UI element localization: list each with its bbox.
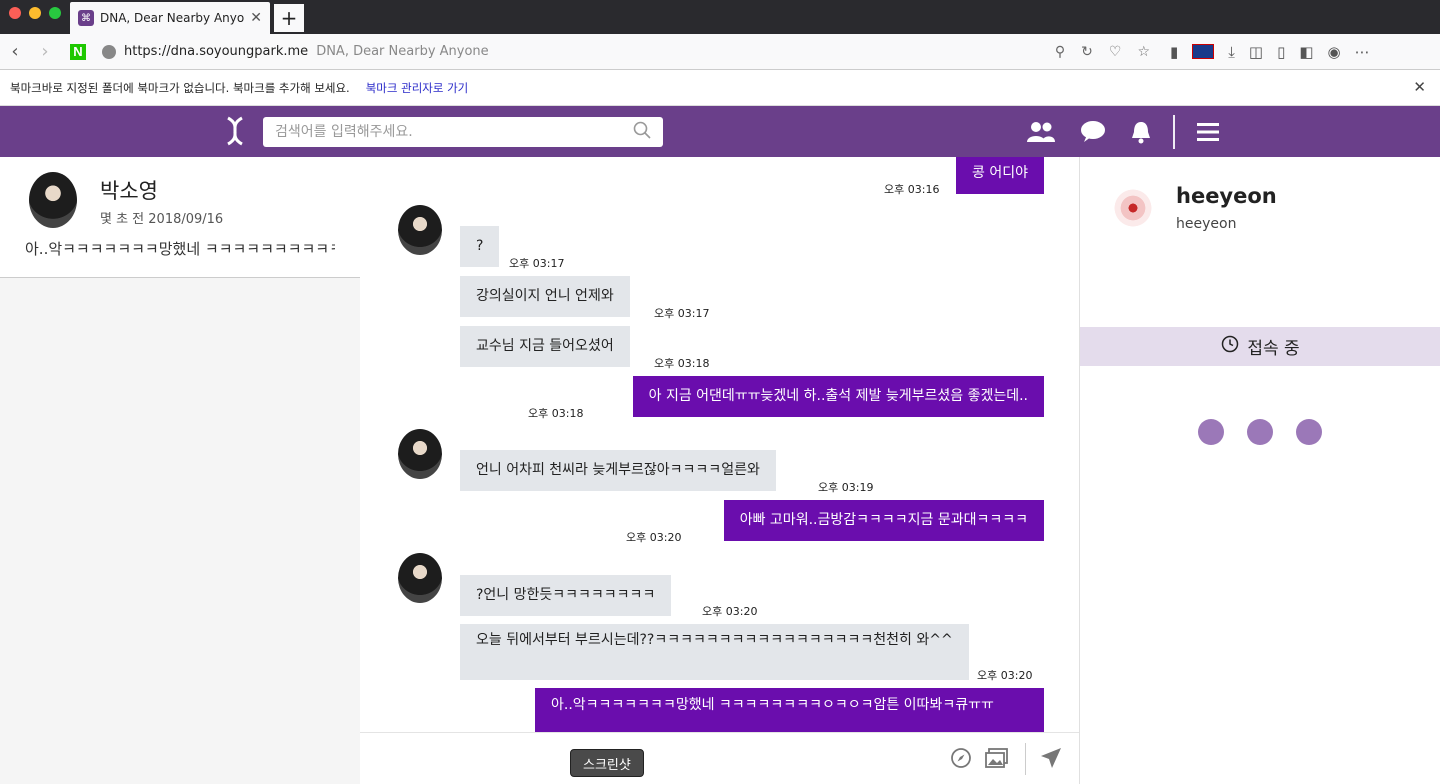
chat-icon[interactable] (1078, 118, 1108, 146)
friends-icon[interactable] (1026, 118, 1056, 146)
bookmark-star-icon[interactable]: ☆ (1137, 44, 1150, 60)
pocket-icon[interactable]: ♡ (1109, 44, 1122, 60)
back-icon[interactable]: ‹ (0, 37, 30, 67)
download-icon[interactable]: ⤓ (1228, 43, 1235, 61)
conversation-item[interactable]: 박소영 몇 초 전 2018/09/16 아..악ㅋㅋㅋㅋㅋㅋㅋ망했네 ㅋㅋㅋㅋ… (0, 157, 360, 278)
account-icon[interactable]: ◉ (1328, 43, 1341, 61)
message-bubble-incoming: 언니 어차피 천씨라 늦게부르잖아ㅋㅋㅋㅋ얼른와 (460, 450, 776, 491)
message-bubble-incoming: 오늘 뒤에서부터 부르시는데??ㅋㅋㅋㅋㅋㅋㅋㅋㅋㅋㅋㅋㅋㅋㅋㅋㅋ천천히 와^^ (460, 624, 969, 680)
url-text: https://dna.soyoungpark.me (124, 44, 309, 59)
naver-icon[interactable]: N (70, 43, 86, 60)
online-status-label: 접속 중 (1247, 339, 1300, 359)
reader-icon[interactable]: ▯ (1277, 43, 1285, 61)
search-icon[interactable] (633, 121, 651, 143)
app-header (0, 106, 1440, 157)
avatar (29, 172, 77, 228)
avatar (398, 205, 442, 255)
avatar (398, 429, 442, 479)
message-time: 오후 03:18 (528, 407, 584, 420)
image-gallery-icon[interactable] (985, 747, 1009, 774)
online-status-bar: 접속 중 (1080, 327, 1440, 366)
message-time: 오후 03:20 (626, 531, 682, 544)
site-identity-icon[interactable] (102, 44, 116, 59)
tab-close-icon[interactable]: ✕ (250, 10, 262, 26)
loading-dot (1296, 419, 1322, 445)
message-time: 오후 03:17 (509, 257, 565, 270)
message-time: 오후 03:20 (977, 669, 1033, 682)
clock-icon (1221, 335, 1239, 358)
screenshot-tooltip: 스크린샷 (570, 749, 644, 777)
conversation-list: 박소영 몇 초 전 2018/09/16 아..악ㅋㅋㅋㅋㅋㅋㅋ망했네 ㅋㅋㅋㅋ… (0, 157, 360, 784)
loading-dot (1247, 419, 1273, 445)
notification-bell-icon[interactable] (1126, 118, 1156, 146)
bookmark-message: 북마크바로 지정된 폴더에 북마크가 없습니다. 북마크를 추가해 보세요. (10, 80, 350, 95)
tab-title: DNA, Dear Nearby Anyone (100, 11, 245, 25)
message-time: 오후 03:19 (818, 481, 874, 494)
message-bubble-outgoing: 아빠 고마워..금방감ㅋㅋㅋㅋ지금 문과대ㅋㅋㅋㅋ (723, 500, 1044, 541)
message-bubble-incoming: 교수님 지금 들어오셨어 (460, 326, 630, 367)
screenshot-icon[interactable]: ◫ (1249, 43, 1263, 61)
conversation-time: 몇 초 전 2018/09/16 (100, 212, 224, 227)
loading-dot (1198, 419, 1224, 445)
address-bar[interactable]: https://dna.soyoungpark.me DNA, Dear Nea… (96, 38, 1156, 66)
profile-subtitle: heeyeon (1176, 216, 1237, 232)
dna-favicon-icon: ⌘ (78, 10, 94, 26)
maximize-window-button[interactable] (49, 7, 61, 19)
profile-panel: heeyeon heeyeon 접속 중 (1079, 157, 1440, 784)
profile-name: heeyeon (1176, 184, 1277, 208)
new-tab-button[interactable]: + (274, 4, 304, 32)
browser-tab-bar: ⌘ DNA, Dear Nearby Anyone ✕ + (0, 0, 1440, 34)
compass-icon[interactable] (950, 747, 972, 774)
avatar (398, 553, 442, 603)
avatar (1112, 186, 1154, 230)
minimize-window-button[interactable] (29, 7, 41, 19)
header-divider (1173, 115, 1175, 149)
uk-flag-icon[interactable] (1192, 44, 1215, 59)
browser-nav-bar: ‹ › N https://dna.soyoungpark.me DNA, De… (0, 34, 1440, 70)
dna-logo-icon[interactable] (222, 116, 248, 146)
message-bubble-outgoing: 아..악ㅋㅋㅋㅋㅋㅋㅋ망했네 ㅋㅋㅋㅋㅋㅋㅋㅋㅇㅋㅇㅋ암튼 이따봐ㅋ큐ㅠㅠ (535, 688, 1044, 732)
message-time: 오후 03:18 (654, 357, 710, 370)
url-page-title: DNA, Dear Nearby Anyone (316, 44, 489, 59)
forward-icon[interactable]: › (30, 37, 60, 67)
message-composer[interactable] (360, 732, 1079, 784)
extension-icon[interactable]: ▮ (1170, 43, 1178, 61)
hamburger-menu-icon[interactable] (1193, 118, 1223, 146)
message-bubble-incoming: 강의실이지 언니 언제와 (460, 276, 630, 317)
message-time: 오후 03:16 (884, 183, 940, 196)
browser-tab[interactable]: ⌘ DNA, Dear Nearby Anyone ✕ (70, 2, 270, 34)
chat-messages: 콩 어디야 오후 03:16 ? 오후 03:17 강의실이지 언니 언제와 오… (360, 157, 1079, 732)
conversation-last-message: 아..악ㅋㅋㅋㅋㅋㅋㅋ망했네 ㅋㅋㅋㅋㅋㅋㅋㅋㅋㅋㅇㅋㅇㅋ암튼 이따봐ㅋ큐ㅠㅠ (25, 240, 335, 258)
menu-more-icon[interactable]: ⋯ (1355, 43, 1370, 61)
reload-icon[interactable]: ↻ (1081, 44, 1093, 60)
location-icon[interactable]: ⚲ (1055, 44, 1065, 60)
composer-divider (1025, 743, 1026, 775)
message-bubble-incoming: ? (460, 226, 500, 267)
search-bar[interactable] (263, 117, 663, 147)
bookmark-manager-link[interactable]: 북마크 관리자로 가기 (366, 80, 469, 96)
message-time: 오후 03:20 (702, 605, 758, 618)
bookmark-bar-close-icon[interactable]: ✕ (1413, 78, 1426, 96)
message-bubble-incoming: ?언니 망한듯ㅋㅋㅋㅋㅋㅋㅋㅋ (460, 575, 672, 616)
message-bubble-outgoing: 콩 어디야 (956, 157, 1044, 194)
message-time: 오후 03:17 (654, 307, 710, 320)
sidebar-icon[interactable]: ◧ (1299, 43, 1313, 61)
bookmark-bar: 북마크바로 지정된 폴더에 북마크가 없습니다. 북마크를 추가해 보세요. 북… (0, 70, 1440, 106)
message-bubble-outgoing: 아 지금 어댄데ㅠㅠ늦겠네 하..출석 제발 늦게부르셨음 좋겠는데.. (632, 376, 1044, 417)
conversation-name: 박소영 (100, 179, 158, 203)
send-icon[interactable] (1040, 747, 1062, 774)
close-window-button[interactable] (9, 7, 21, 19)
search-input[interactable] (275, 124, 633, 140)
